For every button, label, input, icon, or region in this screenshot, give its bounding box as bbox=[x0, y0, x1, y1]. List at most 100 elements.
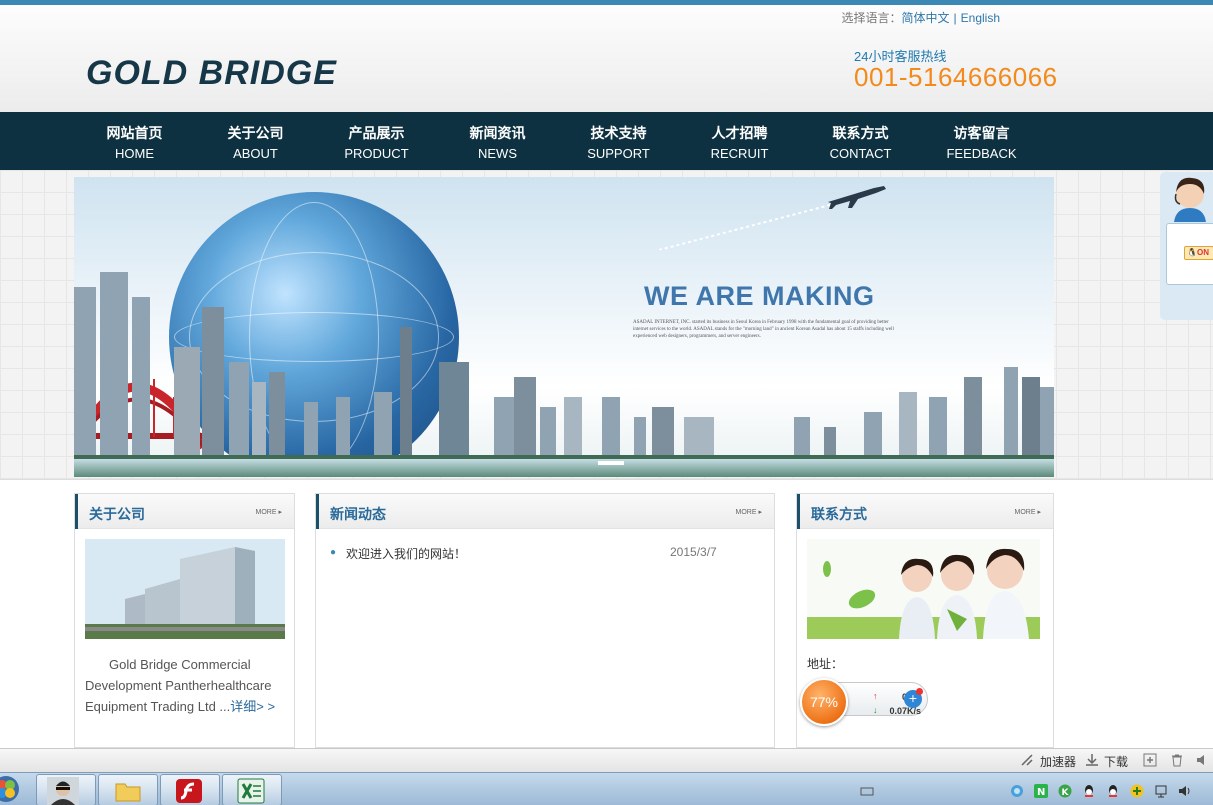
contact-panel-title: 联系方式 bbox=[811, 506, 867, 522]
nav-label-cn: 关于公司 bbox=[227, 125, 284, 141]
news-item-date: 2015/3/7 bbox=[670, 545, 717, 559]
panel-accent-bar bbox=[316, 494, 319, 529]
speaker-icon[interactable] bbox=[1178, 784, 1192, 798]
flash-icon bbox=[176, 779, 202, 803]
about-detail-link[interactable]: 详细> > bbox=[230, 699, 275, 714]
browser-page: 选择语言：简体中文 | English GOLD BRIDGE 24小时客服热线 0… bbox=[0, 0, 1213, 805]
city-skyline-image bbox=[74, 272, 1054, 467]
nav-label-cn: 人才招聘 bbox=[711, 125, 768, 141]
contact-more-link[interactable]: MORE ▸ bbox=[1015, 508, 1041, 516]
language-selector: 选择语言：简体中文 | English bbox=[841, 9, 1000, 26]
tray-plus-icon[interactable] bbox=[1130, 784, 1144, 798]
add-icon[interactable] bbox=[1143, 753, 1157, 767]
qq-online-label: ON bbox=[1196, 248, 1209, 257]
contact-address-label: 地址： bbox=[807, 657, 844, 671]
airplane-icon bbox=[828, 186, 886, 209]
nav-label-cn: 技术支持 bbox=[590, 125, 647, 141]
slider-indicator[interactable] bbox=[598, 461, 624, 465]
lang-separator: | bbox=[953, 11, 957, 25]
nav-label-en: RECRUIT bbox=[710, 146, 769, 161]
main-nav: 网站首页 HOME 关于公司 ABOUT 产品展示 PRODUCT 新闻资讯 NEWS … bbox=[0, 112, 1213, 170]
lang-chinese-link[interactable]: 简体中文 bbox=[902, 11, 950, 25]
qq-penguin-icon: 🐧 bbox=[1187, 248, 1197, 257]
nav-label-cn: 联系方式 bbox=[832, 125, 889, 141]
tray-globe-icon[interactable] bbox=[1010, 784, 1024, 798]
windows-taskbar: N K bbox=[0, 772, 1213, 805]
folder-icon bbox=[115, 783, 141, 802]
taskbar-app-explorer[interactable] bbox=[98, 774, 158, 805]
customer-service-image[interactable] bbox=[807, 539, 1040, 639]
tray-n-icon[interactable]: N bbox=[1034, 784, 1048, 798]
banner-subtext: ASADAL INTERNET, INC. started its busine… bbox=[633, 320, 894, 339]
nav-label-en: SUPPORT bbox=[587, 146, 650, 161]
accelerator-button[interactable]: 加速器 bbox=[1040, 753, 1076, 770]
qq-icon[interactable] bbox=[1082, 784, 1096, 798]
taskbar-app-user[interactable] bbox=[36, 774, 96, 805]
panel-header: 关于公司 MORE ▸ bbox=[75, 494, 294, 529]
service-avatar bbox=[1174, 177, 1206, 222]
panel-header: 联系方式 MORE ▸ bbox=[797, 494, 1053, 529]
nav-support[interactable]: 技术支持 SUPPORT bbox=[558, 112, 679, 170]
tray-k-icon[interactable]: K bbox=[1058, 784, 1072, 798]
banner-area: WE ARE MAKING ASADAL INTERNET, INC. star… bbox=[0, 170, 1213, 480]
site-header: 选择语言：简体中文 | English GOLD BRIDGE 24小时客服热线 0… bbox=[0, 5, 1213, 112]
nav-home[interactable]: 网站首页 HOME bbox=[74, 112, 195, 170]
language-label: 选择语言： bbox=[841, 11, 902, 25]
news-item: ● 欢迎进入我们的网站！ 2015/3/7 bbox=[330, 545, 750, 563]
about-description: Gold Bridge Commercial Development Panth… bbox=[85, 654, 285, 717]
qq-online-button[interactable]: 🐧ON bbox=[1184, 246, 1213, 260]
network-speed-widget[interactable]: ↑ 0K/s ↓ 0.07K/s 77% + bbox=[800, 678, 930, 726]
online-service-widget: 🐧ON bbox=[1160, 172, 1213, 320]
news-panel: 新闻动态 MORE ▸ ● 欢迎进入我们的网站！ 2015/3/7 bbox=[315, 493, 775, 748]
nav-label-en: ABOUT bbox=[233, 146, 278, 161]
about-panel: 关于公司 MORE ▸ Gold Bridge Commercial Devel… bbox=[74, 493, 295, 748]
nav-label-en: FEEDBACK bbox=[946, 146, 1017, 161]
browser-download-bar: 加速器 下载 bbox=[0, 748, 1213, 772]
panel-accent-bar bbox=[797, 494, 800, 529]
download-icon[interactable] bbox=[1085, 753, 1099, 767]
excel-icon bbox=[237, 778, 265, 804]
nav-product[interactable]: 产品展示 PRODUCT bbox=[316, 112, 437, 170]
nav-label-cn: 网站首页 bbox=[106, 125, 163, 141]
nav-label-en: HOME bbox=[115, 146, 154, 161]
nav-label-cn: 访客留言 bbox=[953, 125, 1010, 141]
water-strip bbox=[74, 459, 1054, 477]
hero-banner[interactable]: WE ARE MAKING ASADAL INTERNET, INC. star… bbox=[74, 177, 1054, 477]
download-button[interactable]: 下载 bbox=[1104, 753, 1128, 770]
panel-accent-bar bbox=[75, 494, 78, 529]
svg-text:N: N bbox=[1037, 787, 1045, 798]
volume-icon[interactable] bbox=[1195, 753, 1209, 767]
notification-dot bbox=[916, 688, 923, 695]
news-more-link[interactable]: MORE ▸ bbox=[736, 508, 762, 516]
nav-feedback[interactable]: 访客留言 FEEDBACK bbox=[921, 112, 1042, 170]
keyboard-icon[interactable] bbox=[860, 784, 874, 798]
accelerator-icon[interactable] bbox=[1020, 753, 1034, 767]
taskbar-app-excel[interactable] bbox=[222, 774, 282, 805]
trash-icon[interactable] bbox=[1170, 753, 1184, 767]
nav-about[interactable]: 关于公司 ABOUT bbox=[195, 112, 316, 170]
nav-label-en: PRODUCT bbox=[344, 146, 409, 161]
site-logo[interactable]: GOLD BRIDGE bbox=[86, 54, 337, 93]
svg-text:K: K bbox=[1062, 788, 1070, 798]
qq-icon-2[interactable] bbox=[1106, 784, 1120, 798]
plane-trail bbox=[659, 199, 850, 250]
about-panel-title: 关于公司 bbox=[89, 506, 145, 522]
hotline-number: 001-5164666066 bbox=[854, 62, 1058, 92]
nav-news[interactable]: 新闻资讯 NEWS bbox=[437, 112, 558, 170]
lang-english-link[interactable]: English bbox=[961, 11, 1000, 25]
nav-label-en: NEWS bbox=[478, 146, 517, 161]
news-panel-title: 新闻动态 bbox=[330, 506, 386, 522]
nav-contact[interactable]: 联系方式 CONTACT bbox=[800, 112, 921, 170]
nav-label-en: CONTACT bbox=[829, 146, 892, 161]
bullet-icon: ● bbox=[330, 547, 337, 558]
taskbar-app-flash[interactable] bbox=[160, 774, 220, 805]
company-building-image[interactable] bbox=[85, 539, 285, 639]
panel-header: 新闻动态 MORE ▸ bbox=[316, 494, 774, 529]
user-photo-icon bbox=[47, 777, 79, 805]
news-item-title[interactable]: 欢迎进入我们的网站！ bbox=[346, 545, 466, 562]
memory-usage-ball[interactable]: 77% bbox=[800, 678, 848, 726]
start-orb-icon[interactable] bbox=[0, 775, 20, 803]
network-icon[interactable] bbox=[1154, 784, 1168, 798]
about-more-link[interactable]: MORE ▸ bbox=[256, 508, 282, 516]
nav-recruit[interactable]: 人才招聘 RECRUIT bbox=[679, 112, 800, 170]
